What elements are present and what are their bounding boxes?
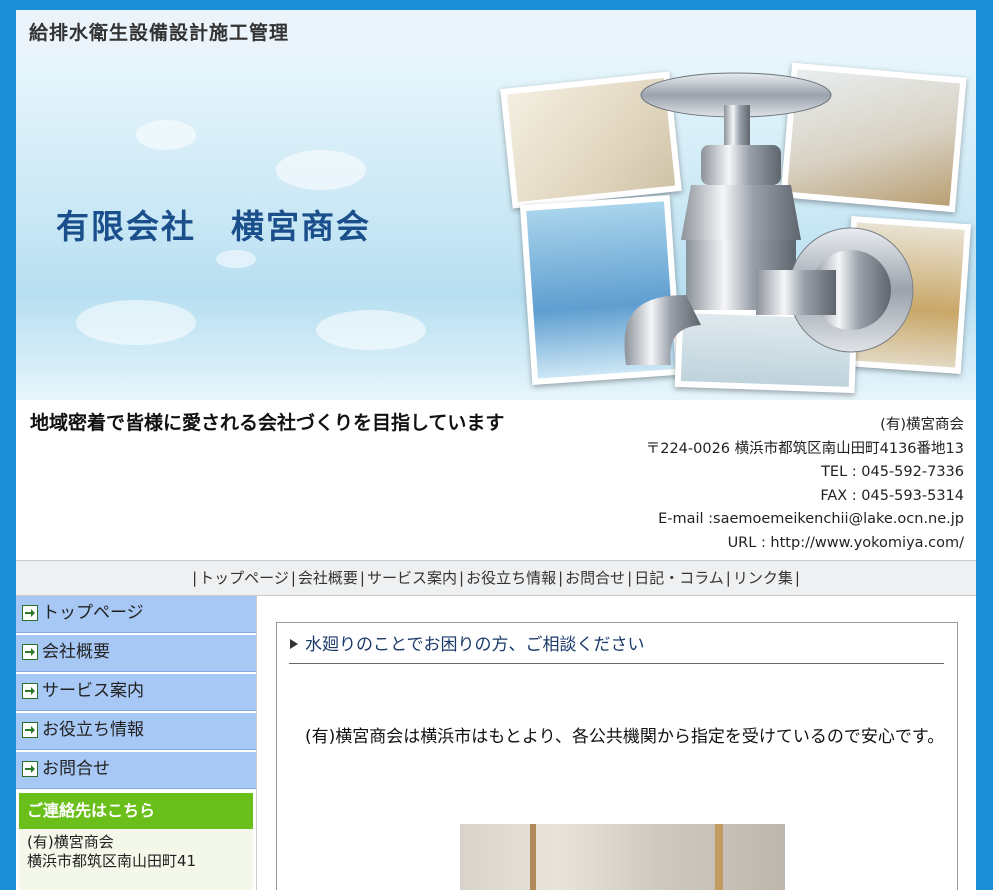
main-content: 水廻りのことでお困りの方、ご相談ください (有)横宮商会は横浜市はもとより、各公… — [256, 596, 976, 890]
nav-separator: | — [459, 569, 465, 587]
tagline: 地域密着で皆様に愛される会社づくりを目指しています — [30, 412, 505, 434]
sidebar-item-company[interactable]: 会社概要 — [16, 635, 256, 672]
contact-info: (有)横宮商会 〒224-0026 横浜市都筑区南山田町4136番地13 TEL… — [646, 414, 964, 555]
top-nav: | トップページ | 会社概要 | サービス案内 | お役立ち情報 | お問合せ | 日記・コラム | リ… — [16, 560, 976, 596]
nav-top[interactable]: トップページ — [199, 569, 289, 587]
sidebar-item-tips[interactable]: お役立ち情報 — [16, 713, 256, 750]
contact-tel: TEL : 045-592-7336 — [821, 464, 964, 480]
company-name: 有限会社 横宮商会 — [56, 207, 371, 246]
nav-links[interactable]: リンク集 — [733, 569, 793, 587]
sidebar-item-label: お役立ち情報 — [42, 720, 144, 740]
nav-separator: | — [558, 569, 564, 587]
faucet-icon — [624, 72, 914, 365]
sidebar-contact-address: 横浜市都筑区南山田町41 — [27, 852, 197, 870]
nav-separator: | — [192, 569, 198, 587]
sidebar-item-top[interactable]: トップページ — [16, 596, 256, 633]
nav-separator: | — [725, 569, 731, 587]
arrow-right-icon — [22, 683, 38, 699]
nav-tips[interactable]: お役立ち情報 — [466, 569, 556, 587]
arrow-right-icon — [22, 644, 38, 660]
page-frame: 給排水衛生設備設計施工管理 有限会社 横宮商会 地域密着で皆様に愛される会社づく… — [16, 10, 976, 890]
site-title: 給排水衛生設備設計施工管理 — [29, 22, 290, 44]
sidebar-item-label: サービス案内 — [42, 681, 144, 701]
triangle-right-icon — [289, 631, 299, 659]
site-header: 給排水衛生設備設計施工管理 — [16, 10, 976, 51]
bathroom-photo — [460, 824, 785, 890]
nav-services[interactable]: サービス案内 — [367, 569, 457, 587]
arrow-right-icon — [22, 605, 38, 621]
sidebar-contact-company: (有)横宮商会 — [27, 833, 114, 851]
contact-address: 〒224-0026 横浜市都筑区南山田町4136番地13 — [645, 440, 964, 457]
sidebar-item-label: お問合せ — [42, 759, 110, 779]
intro-text: (有)横宮商会は横浜市はもとより、各公共機関から指定を受けているので安心です。 — [305, 727, 945, 747]
nav-separator: | — [359, 569, 365, 587]
sidebar-item-label: 会社概要 — [42, 642, 110, 662]
nav-contact[interactable]: お問合せ — [565, 569, 625, 587]
nav-company[interactable]: 会社概要 — [298, 569, 358, 587]
water-splash — [276, 150, 366, 190]
sidebar: トップページ 会社概要 サービス案内 お役立ち情報 お問合せ ご連絡先はこちら … — [16, 596, 256, 890]
pipe-shape — [530, 824, 536, 890]
water-splash — [316, 310, 426, 350]
pipe-shape — [715, 824, 723, 890]
sidebar-item-contact[interactable]: お問合せ — [16, 752, 256, 789]
contact-url: URL : http://www.yokomiya.com/ — [727, 534, 964, 551]
info-area: 地域密着で皆様に愛される会社づくりを目指しています (有)横宮商会 〒224-0… — [16, 400, 976, 560]
nav-diary[interactable]: 日記・コラム — [634, 569, 724, 587]
nav-separator: | — [290, 569, 296, 587]
arrow-right-icon — [22, 722, 38, 738]
contact-company: (有)横宮商会 — [880, 417, 964, 433]
water-splash — [136, 120, 196, 150]
water-splash — [76, 300, 196, 345]
hero-banner: 有限会社 横宮商会 — [16, 50, 976, 400]
nav-separator: | — [794, 569, 800, 587]
sidebar-contact-box: (有)横宮商会 横浜市都筑区南山田町41 — [19, 829, 253, 890]
contact-email: E-mail :saemoemeikenchii@lake.ocn.ne.jp — [658, 511, 964, 527]
contact-heading: ご連絡先はこちら — [19, 793, 253, 829]
water-splash — [216, 250, 256, 268]
contact-fax: FAX : 045-593-5314 — [820, 487, 964, 504]
arrow-right-icon — [22, 761, 38, 777]
panel-title-text: 水廻りのことでお困りの方、ご相談ください — [305, 635, 645, 655]
nav-separator: | — [627, 569, 633, 587]
content-panel: 水廻りのことでお困りの方、ご相談ください (有)横宮商会は横浜市はもとより、各公… — [276, 622, 958, 890]
sidebar-item-services[interactable]: サービス案内 — [16, 674, 256, 711]
panel-title: 水廻りのことでお困りの方、ご相談ください — [289, 631, 944, 664]
sidebar-item-label: トップページ — [42, 603, 144, 623]
